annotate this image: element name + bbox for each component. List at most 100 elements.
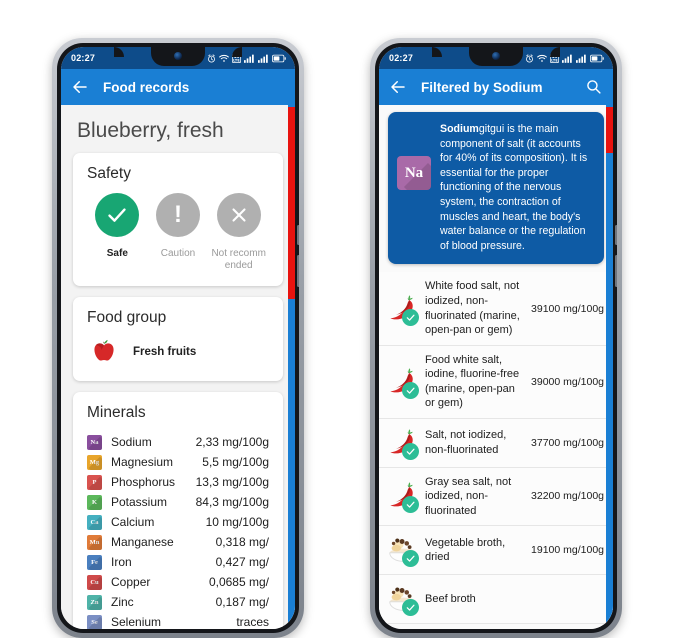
phone-bezel-right: 02:27 LTE Filtered by Sodium Na Sodiumgi… xyxy=(375,43,617,633)
element-tile-cu: Cu xyxy=(87,574,102,590)
safety-options: Safe ! Caution Not recomm ended xyxy=(87,193,269,272)
element-tile-k: K xyxy=(87,494,102,510)
mineral-row: Mn Manganese 0,318 mg/ xyxy=(87,532,269,552)
element-tile-se: Se xyxy=(87,614,102,629)
svg-text:LTE: LTE xyxy=(551,58,558,62)
mineral-name: Copper xyxy=(111,575,151,589)
scrollbar-track-right[interactable] xyxy=(606,105,613,629)
back-arrow-icon[interactable] xyxy=(389,78,407,96)
mineral-value: 0,427 mg/ xyxy=(215,555,269,569)
food-group-row: Fresh fruits xyxy=(87,337,269,367)
chili-pepper-icon xyxy=(386,426,420,460)
minerals-card: Minerals Na Sodium 2,33 mg/100g Mg Magnesium… xyxy=(73,392,283,629)
element-tile-zn: Zn xyxy=(87,594,102,610)
volume-button[interactable] xyxy=(297,225,299,245)
chili-pepper-icon xyxy=(386,479,420,514)
food-item-value: 39100 mg/100g xyxy=(531,302,604,315)
app-bar-left: Food records xyxy=(61,69,295,105)
safety-option-caution[interactable]: ! Caution xyxy=(148,193,209,260)
check-badge-icon xyxy=(402,381,419,399)
app-bar-title: Filtered by Sodium xyxy=(421,79,543,95)
cross-circle-icon xyxy=(216,193,261,237)
mineral-row: Se Selenium traces xyxy=(87,612,269,629)
status-time: 02:27 xyxy=(389,53,414,63)
sodium-info-body: gitgui is the main component of salt (it… xyxy=(440,123,588,252)
food-list-item[interactable]: White food salt, not iodized, non-fluori… xyxy=(379,272,613,346)
status-icons: 4G LTE xyxy=(525,53,604,63)
wifi-icon xyxy=(219,54,229,62)
food-list-item[interactable]: Food white salt, iodine, fluorine-free (… xyxy=(379,345,613,419)
notch xyxy=(151,47,205,66)
power-button[interactable] xyxy=(297,255,299,287)
food-item-name: Vegetable broth, dried xyxy=(425,536,506,564)
page-title: Blueberry, fresh xyxy=(61,105,295,153)
svg-text:LTE: LTE xyxy=(233,58,240,62)
app-bar-title: Food records xyxy=(103,79,190,95)
sodium-info-card: Na Sodiumgitgui is the main component of… xyxy=(388,112,604,265)
food-list-item[interactable]: Beef broth xyxy=(379,575,613,625)
mineral-row: Cu Copper 0,0685 mg/ xyxy=(87,572,269,592)
mineral-name: Phosphorus xyxy=(111,475,176,489)
food-list-item[interactable]: Salt, not iodized, non-fluorinated 37700 … xyxy=(379,418,613,468)
mineral-name: Magnesium xyxy=(111,455,174,469)
broth-icon xyxy=(386,582,420,617)
mineral-row: Zn Zinc 0,187 mg/ xyxy=(87,592,269,612)
notch xyxy=(469,47,523,66)
safety-card: Safety Safe ! Caution Not recomm ended xyxy=(73,153,283,286)
food-item-name: Salt, not iodized, non-fluorinated xyxy=(425,429,507,456)
phone-screen-right: 02:27 LTE Filtered by Sodium Na Sodiumgi… xyxy=(379,47,613,629)
back-arrow-icon[interactable] xyxy=(71,78,89,96)
left-content-scroll[interactable]: Blueberry, fresh Safety Safe ! Caution N… xyxy=(61,105,295,629)
signal-icon xyxy=(244,54,254,63)
screenshot-stage: 02:27 LTE Food records Blueberry, fresh … xyxy=(0,0,675,638)
element-tile-p: P xyxy=(87,474,102,490)
broth-icon xyxy=(386,533,420,568)
mineral-name: Zinc xyxy=(111,595,134,609)
check-badge-icon xyxy=(402,442,419,460)
right-content-scroll[interactable]: Na Sodiumgitgui is the main component of… xyxy=(379,105,613,629)
status-icons: 4G LTE xyxy=(207,53,286,63)
element-tile-fe: Fe xyxy=(87,554,102,570)
mineral-row: Ca Calcium 10 mg/100g xyxy=(87,512,269,532)
sodium-info-lead: Sodium xyxy=(440,123,479,135)
food-list-item[interactable]: Vegetable broth, dried 19100 mg/100g xyxy=(379,526,613,576)
mineral-value: 10 mg/100g xyxy=(205,515,269,529)
safety-option-not-recommended[interactable]: Not recomm ended xyxy=(208,193,269,272)
check-icon xyxy=(108,208,127,222)
mineral-row: P Phosphorus 13,3 mg/100g xyxy=(87,472,269,492)
volume-button[interactable] xyxy=(615,225,617,245)
food-item-value: 19100 mg/100g xyxy=(531,544,604,557)
safety-option-safe[interactable]: Safe xyxy=(87,193,148,260)
check-circle-icon xyxy=(95,193,140,237)
mineral-name: Selenium xyxy=(111,615,162,629)
mineral-row: Fe Iron 0,427 mg/ xyxy=(87,552,269,572)
filtered-food-list: White food salt, not iodized, non-fluori… xyxy=(379,272,613,625)
food-list-item[interactable]: Gray sea salt, not iodized, non-fluorina… xyxy=(379,467,613,527)
minerals-list: Na Sodium 2,33 mg/100g Mg Magnesium 5,5 mg/10… xyxy=(87,432,269,629)
mineral-value: 84,3 mg/100g xyxy=(195,495,269,509)
element-tile-ca: Ca xyxy=(87,514,102,530)
status-time: 02:27 xyxy=(71,53,96,63)
safety-card-title: Safety xyxy=(87,165,131,182)
scrollbar-thumb-left[interactable] xyxy=(288,107,295,299)
element-tile-mn: Mn xyxy=(87,534,102,550)
food-group-card-title: Food group xyxy=(87,309,167,326)
signal-icon xyxy=(258,54,268,63)
exclamation-circle-icon: ! xyxy=(156,193,200,237)
mineral-name: Iron xyxy=(111,555,132,569)
mineral-row: K Potassium 84,3 mg/100g xyxy=(87,492,269,512)
battery-icon xyxy=(272,54,286,62)
power-button[interactable] xyxy=(615,255,617,287)
scrollbar-track-left[interactable] xyxy=(288,105,295,629)
phone-mockup-right: 02:27 LTE Filtered by Sodium Na Sodiumgi… xyxy=(370,38,622,638)
phone-bezel-left: 02:27 LTE Food records Blueberry, fresh … xyxy=(57,43,299,633)
exclamation-icon: ! xyxy=(174,201,182,228)
mineral-name: Potassium xyxy=(111,495,168,509)
scrollbar-thumb-right[interactable] xyxy=(606,107,613,153)
battery-icon xyxy=(590,54,604,62)
alarm-icon xyxy=(526,53,533,62)
check-badge-icon xyxy=(402,308,419,326)
apple-icon xyxy=(94,339,114,361)
search-icon[interactable] xyxy=(585,78,603,96)
phone-mockup-left: 02:27 LTE Food records Blueberry, fresh … xyxy=(52,38,304,638)
